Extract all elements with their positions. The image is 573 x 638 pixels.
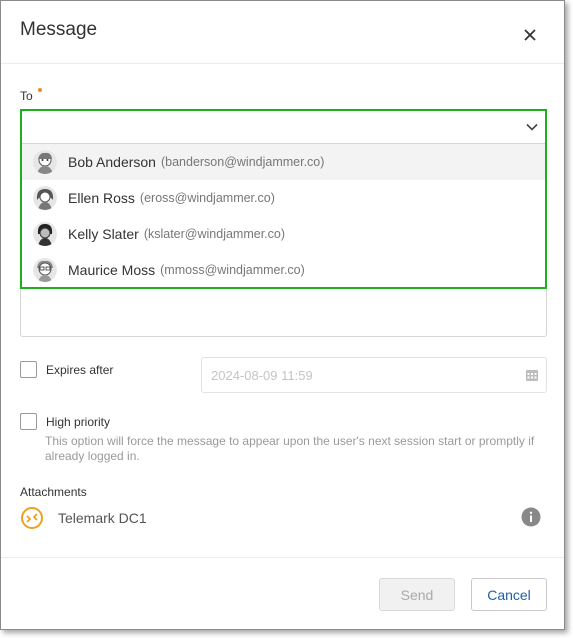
option-name: Ellen Ross: [68, 190, 135, 206]
option-email: (banderson@windjammer.co): [160, 155, 325, 169]
chevron-down-icon[interactable]: [525, 120, 539, 134]
message-dialog: Message To Bob Anderson (banderson@windj…: [0, 0, 565, 630]
expires-checkbox[interactable]: [20, 361, 37, 378]
recipient-option[interactable]: Kelly Slater (kslater@windjammer.co): [22, 216, 545, 252]
footer-divider: [1, 557, 564, 558]
avatar: [33, 186, 57, 210]
cancel-button[interactable]: Cancel: [471, 578, 547, 611]
high-priority-checkbox[interactable]: [20, 413, 37, 430]
option-name: Kelly Slater: [68, 226, 139, 242]
header-divider: [1, 63, 564, 64]
recipient-option[interactable]: Ellen Ross (eross@windjammer.co): [22, 180, 545, 216]
recipient-select[interactable]: Bob Anderson (banderson@windjammer.co) E…: [20, 109, 547, 289]
recipient-option[interactable]: Bob Anderson (banderson@windjammer.co): [22, 144, 545, 180]
option-email: (eross@windjammer.co): [139, 191, 275, 205]
recipient-options: Bob Anderson (banderson@windjammer.co) E…: [22, 144, 545, 288]
close-icon[interactable]: [521, 26, 539, 44]
calendar-icon[interactable]: [525, 368, 539, 382]
to-label: To: [20, 89, 33, 103]
attachment-name: Telemark DC1: [58, 510, 147, 526]
expires-label: Expires after: [46, 363, 114, 377]
send-button[interactable]: Send: [379, 578, 455, 611]
option-name: Maurice Moss: [68, 262, 156, 278]
recipient-option[interactable]: Maurice Moss (mmoss@windjammer.co): [22, 252, 545, 288]
attachments-label: Attachments: [20, 485, 87, 499]
message-textarea[interactable]: [20, 283, 547, 337]
option-email: (mmoss@windjammer.co): [160, 263, 305, 277]
required-indicator: [38, 88, 42, 92]
recipient-input[interactable]: [22, 111, 545, 144]
high-priority-label: High priority: [46, 415, 111, 429]
dialog-title: Message: [20, 19, 98, 40]
high-priority-help: This option will force the message to ap…: [45, 434, 535, 463]
option-name: Bob Anderson: [68, 154, 156, 170]
expiry-date-input[interactable]: 2024-08-09 11:59: [201, 357, 547, 393]
option-email: (kslater@windjammer.co): [143, 227, 286, 241]
avatar: [33, 222, 57, 246]
avatar: [33, 150, 57, 174]
expiry-date-placeholder: 2024-08-09 11:59: [211, 368, 313, 383]
avatar: [33, 258, 57, 282]
remote-connection-icon: [21, 507, 43, 529]
info-icon[interactable]: [521, 507, 541, 527]
